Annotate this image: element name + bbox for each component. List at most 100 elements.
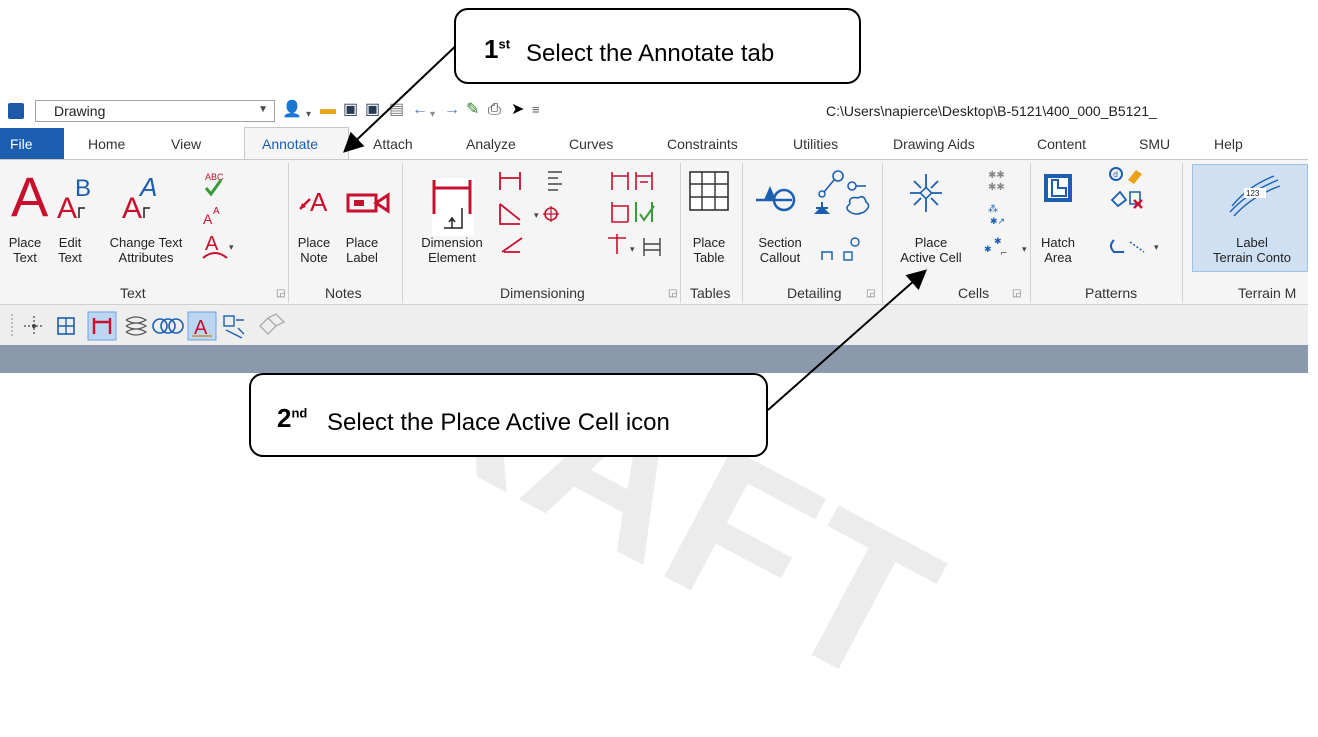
open-folder-icon[interactable]: ▬ [320, 101, 336, 119]
tab-content[interactable]: Content [1037, 136, 1086, 152]
tab-annotate[interactable]: Annotate [244, 127, 349, 160]
print-icon[interactable]: ⎙ [488, 101, 501, 119]
toolbar-icons[interactable]: A [4, 310, 344, 342]
dialog-launcher-icon[interactable]: ◲ [276, 288, 285, 299]
svg-text:▾: ▾ [1022, 245, 1027, 255]
compress-icon[interactable]: ▤ [389, 101, 404, 119]
save-icon[interactable]: ▣ [343, 101, 358, 119]
tab-home[interactable]: Home [88, 136, 125, 152]
svg-text:A: A [205, 233, 219, 255]
place-text-icon[interactable]: A [8, 164, 58, 234]
chevron-down-icon[interactable]: ▾ [306, 106, 311, 124]
svg-text:⌐: ⌐ [1000, 249, 1008, 259]
svg-text:A: A [138, 172, 157, 202]
tab-drawing-aids[interactable]: Drawing Aids [893, 136, 975, 152]
place-active-cell-button[interactable]: Place Active Cell [898, 235, 964, 265]
chevron-down-icon[interactable]: ▾ [430, 106, 435, 124]
undo-icon[interactable]: ← [412, 101, 428, 119]
dimension-element-label-2: Element [428, 250, 476, 265]
tab-annotate-label: Annotate [262, 136, 319, 152]
place-table-label-1: Place [692, 235, 726, 250]
dialog-launcher-icon[interactable]: ◲ [668, 288, 677, 299]
group-divider [742, 163, 743, 303]
tab-constraints[interactable]: Constraints [667, 136, 738, 152]
place-note-label-1: Place [297, 235, 331, 250]
svg-text:✱✱: ✱✱ [988, 170, 1005, 181]
text-tools-icons[interactable]: ABC A A A ▾ [197, 166, 237, 266]
workspace-combo[interactable]: Drawing ▼ [35, 100, 275, 122]
group-label-detailing: Detailing [787, 285, 842, 301]
view-area-strip [0, 345, 1308, 373]
file-path: C:\Users\napierce\Desktop\B-5121\400_000… [826, 103, 1157, 119]
callout-1-ordinal: 1st [484, 34, 511, 64]
place-active-cell-label-2: Active Cell [900, 250, 962, 265]
group-divider [1182, 163, 1183, 303]
place-table-label-2: Table [693, 250, 725, 265]
section-callout-label-2: Callout [759, 250, 801, 265]
place-text-label-1: Place [8, 235, 42, 250]
place-text-button[interactable]: Place Text [5, 235, 45, 265]
svg-text:A: A [213, 206, 220, 217]
change-text-attributes-icon[interactable]: A A [118, 166, 168, 232]
callout-2-ordinal: 2nd [277, 403, 308, 433]
callout-step-2: 2nd Select the Place Active Cell icon [249, 373, 768, 457]
section-callout-button[interactable]: Section Callout [752, 235, 808, 265]
group-divider [288, 163, 289, 303]
place-text-label-2: Text [13, 250, 37, 265]
group-label-cells: Cells [958, 285, 990, 301]
tab-curves[interactable]: Curves [569, 136, 613, 152]
customize-toolbar-icon[interactable]: ≡ [532, 101, 540, 119]
change-text-attributes-button[interactable]: Change Text Attributes [101, 235, 191, 265]
svg-text:✱✱: ✱✱ [988, 182, 1005, 193]
callout-1-text: Select the Annotate tab [526, 40, 775, 67]
dialog-launcher-icon[interactable]: ◲ [866, 288, 875, 299]
pointer-icon[interactable]: ➤ [511, 101, 524, 119]
callout-step-1: 1st Select the Annotate tab [454, 8, 861, 84]
tab-smu[interactable]: SMU [1139, 136, 1170, 152]
place-label-button[interactable]: Place Label [340, 235, 384, 265]
hatch-area-button[interactable]: Hatch Area [1038, 235, 1078, 265]
hatch-area-label-2: Area [1044, 250, 1072, 265]
svg-text:B: B [75, 175, 91, 202]
section-callout-label-1: Section [758, 235, 802, 250]
group-divider [1030, 163, 1031, 303]
place-label-label-2: Label [346, 250, 378, 265]
svg-text:▾: ▾ [630, 245, 635, 255]
svg-text:▾: ▾ [534, 211, 539, 221]
group-divider [680, 163, 681, 303]
tab-attach[interactable]: Attach [373, 136, 413, 152]
place-note-button[interactable]: Place Note [294, 235, 334, 265]
svg-text:✱: ✱ [994, 237, 1002, 247]
place-table-icon[interactable] [688, 170, 732, 214]
place-note-label-2: Note [300, 250, 328, 265]
save-settings-icon[interactable]: ▣ [365, 101, 380, 119]
place-note-icons[interactable]: A [296, 185, 392, 225]
label-terrain-contours-label: Label Terrain Conto [1196, 235, 1308, 265]
tab-analyze[interactable]: Analyze [466, 136, 516, 152]
dimension-element-button[interactable]: Dimension Element [414, 235, 490, 265]
tab-view[interactable]: View [171, 136, 201, 152]
svg-text:▾: ▾ [229, 243, 234, 253]
svg-text:⁂: ⁂ [988, 203, 998, 215]
svg-text:✱↗: ✱↗ [990, 217, 1005, 227]
chevron-down-icon[interactable]: ▼ [258, 104, 268, 115]
user-icon[interactable]: 👤 [282, 101, 302, 119]
pin-icon[interactable]: ✎ [466, 101, 479, 119]
tab-file[interactable]: File [0, 128, 64, 159]
workspace-combo-value: Drawing [54, 103, 106, 119]
svg-text:A: A [57, 192, 77, 225]
svg-text:A: A [203, 211, 213, 227]
dialog-launcher-icon[interactable]: ◲ [1012, 288, 1021, 299]
group-label-text: Text [120, 285, 146, 301]
app-logo-icon [8, 103, 24, 119]
tab-help[interactable]: Help [1214, 136, 1243, 152]
dimension-element-label-1: Dimension [421, 235, 483, 250]
edit-text-button[interactable]: Edit Text [50, 235, 90, 265]
edit-text-label-2: Text [58, 250, 82, 265]
edit-text-icon[interactable]: A B [55, 166, 95, 232]
svg-text:A: A [310, 187, 328, 217]
svg-text:A: A [11, 165, 49, 228]
tab-utilities[interactable]: Utilities [793, 136, 838, 152]
place-table-button[interactable]: Place Table [688, 235, 730, 265]
redo-icon[interactable]: → [444, 101, 460, 119]
